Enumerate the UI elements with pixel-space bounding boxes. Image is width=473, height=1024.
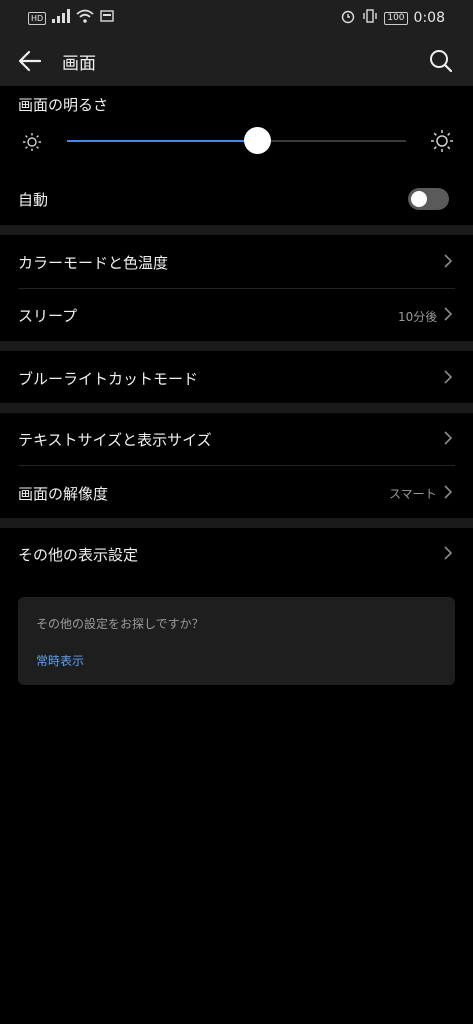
hd-badge: HD (28, 11, 47, 25)
sleep-label: スリープ (18, 307, 78, 325)
status-bar: HD 100 0:08 (0, 0, 473, 34)
other-display-row[interactable]: その他の表示設定 (0, 528, 473, 580)
section-gap (0, 341, 473, 351)
resolution-label: 画面の解像度 (18, 485, 109, 503)
brightness-low-icon (23, 133, 41, 151)
search-button[interactable] (427, 47, 455, 75)
battery-icon: 100 (384, 11, 408, 25)
alarm-icon (340, 8, 356, 28)
status-time: 0:08 (413, 10, 445, 26)
always-on-display-link[interactable]: 常時表示 (36, 652, 84, 669)
back-arrow-icon (18, 50, 42, 72)
signal-icon (52, 9, 71, 27)
text-size-label: テキストサイズと表示サイズ (18, 431, 212, 449)
back-button[interactable] (16, 47, 44, 75)
section-gap (0, 518, 473, 528)
resolution-row[interactable]: 画面の解像度 スマート (0, 466, 473, 518)
auto-brightness-toggle[interactable] (408, 188, 449, 210)
status-left: HD (28, 9, 114, 27)
section-gap (0, 403, 473, 413)
section-gap (0, 225, 473, 235)
color-mode-row[interactable]: カラーモードと色温度 (0, 235, 473, 288)
auto-brightness-label: 自動 (18, 191, 49, 209)
chevron-right-icon (444, 431, 453, 445)
chevron-right-icon (444, 546, 453, 560)
search-icon (430, 50, 453, 73)
sleep-value: 10分後 (398, 310, 438, 324)
wifi-icon (76, 9, 94, 27)
brightness-high-icon (431, 130, 453, 152)
screen-icon (100, 10, 114, 26)
color-mode-label: カラーモードと色温度 (18, 254, 169, 272)
app-header: 画面 (0, 34, 473, 86)
text-size-row[interactable]: テキストサイズと表示サイズ (0, 413, 473, 465)
brightness-label: 画面の明るさ (18, 96, 109, 114)
blue-light-row[interactable]: ブルーライトカットモード (0, 351, 473, 403)
sleep-row[interactable]: スリープ 10分後 (0, 289, 473, 341)
chevron-right-icon (444, 254, 453, 268)
chevron-right-icon (444, 370, 453, 384)
brightness-slider-fill (67, 140, 257, 142)
chevron-right-icon (444, 307, 453, 321)
brightness-slider-thumb[interactable] (243, 127, 271, 154)
resolution-value: スマート (389, 487, 437, 501)
other-display-label: その他の表示設定 (18, 546, 139, 564)
chevron-right-icon (444, 485, 453, 499)
page-title: 画面 (62, 54, 96, 74)
toggle-knob (411, 191, 427, 207)
suggestion-question: その他の設定をお探しですか？ (36, 617, 204, 631)
suggestion-card: その他の設定をお探しですか？ 常時表示 (18, 597, 455, 685)
status-right: 100 0:08 (340, 8, 445, 28)
blue-light-label: ブルーライトカットモード (18, 370, 199, 388)
vibrate-icon (362, 8, 378, 28)
brightness-slider[interactable] (67, 127, 406, 154)
